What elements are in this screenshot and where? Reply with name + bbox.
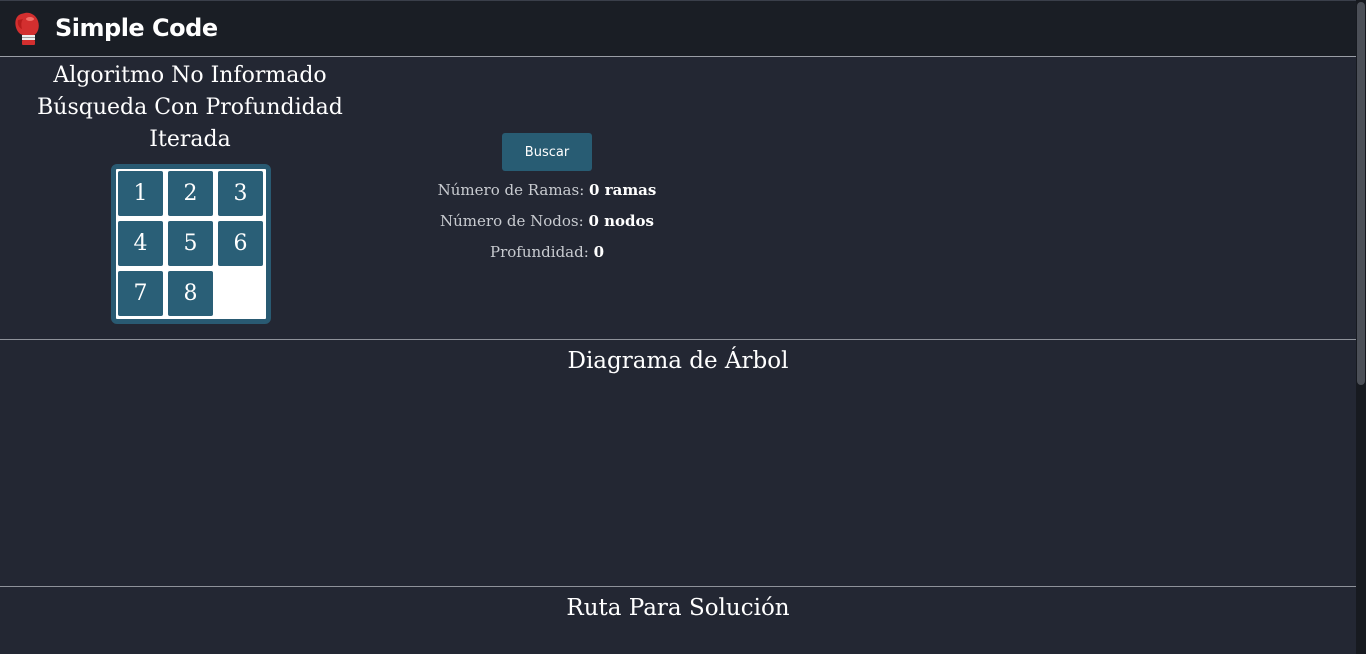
puzzle-tile[interactable]: 5 [168, 221, 213, 266]
section-divider [0, 586, 1356, 587]
brand-name[interactable]: Simple Code [55, 14, 218, 42]
section-divider [0, 339, 1356, 340]
vertical-scrollbar[interactable] [1356, 0, 1366, 654]
algorithm-panel: Algoritmo No Informado Búsqueda Con Prof… [0, 57, 1356, 339]
puzzle-tile[interactable]: 3 [218, 171, 263, 216]
puzzle-tile[interactable]: 2 [168, 171, 213, 216]
algorithm-title: Algoritmo No Informado Búsqueda Con Prof… [20, 60, 360, 156]
navbar: Simple Code [0, 0, 1356, 57]
puzzle-tile[interactable]: 4 [118, 221, 163, 266]
depth-stat: Profundidad: 0 [347, 243, 747, 261]
nodes-stat: Número de Nodos: 0 nodos [347, 212, 747, 230]
puzzle-tile[interactable]: 7 [118, 271, 163, 316]
algorithm-title-line: Iterada [149, 127, 231, 152]
puzzle-empty-tile[interactable] [218, 271, 263, 316]
branches-stat: Número de Ramas: 0 ramas [347, 181, 747, 199]
branches-label: Número de Ramas: [437, 181, 585, 199]
depth-value: 0 [593, 243, 604, 261]
algorithm-title-line: Algoritmo No Informado [53, 63, 327, 88]
boxing-glove-icon[interactable] [12, 11, 42, 47]
nodes-label: Número de Nodos: [440, 212, 584, 230]
solution-route-title: Ruta Para Solución [566, 595, 790, 621]
tree-diagram-title: Diagrama de Árbol [567, 348, 789, 374]
scrollbar-thumb[interactable] [1357, 2, 1365, 385]
puzzle-tile[interactable]: 6 [218, 221, 263, 266]
search-button[interactable]: Buscar [502, 133, 592, 171]
algorithm-title-line: Búsqueda Con Profundidad [37, 95, 343, 120]
depth-label: Profundidad: [490, 243, 589, 261]
puzzle-board: 1 2 3 4 5 6 7 8 [111, 164, 271, 324]
branches-value: 0 ramas [589, 181, 657, 199]
nodes-value: 0 nodos [588, 212, 654, 230]
puzzle-tile[interactable]: 1 [118, 171, 163, 216]
puzzle-tile[interactable]: 8 [168, 271, 213, 316]
